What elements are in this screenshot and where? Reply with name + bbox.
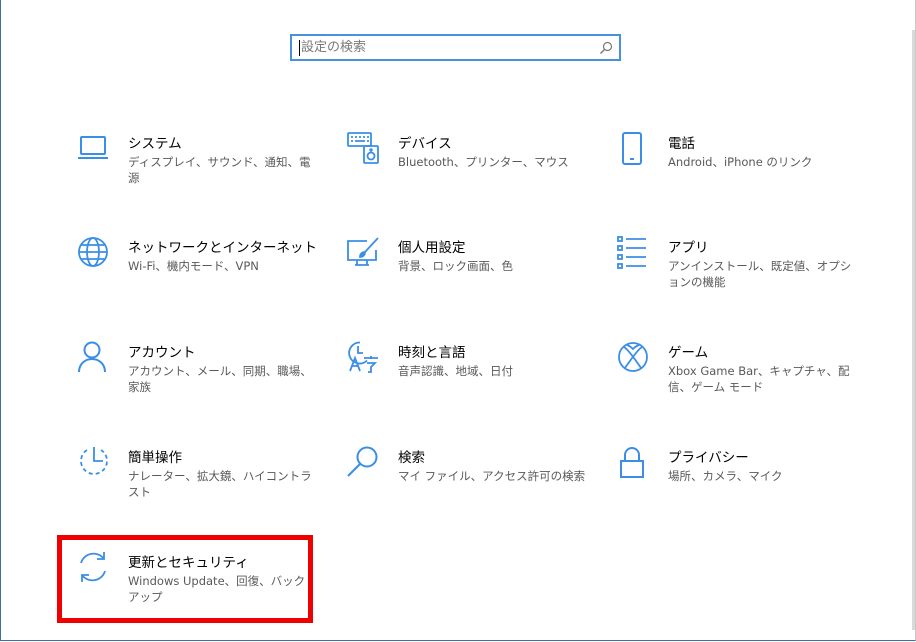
tile-time-language[interactable]: 時刻と言語 音声認識、地域、日付 xyxy=(347,341,587,421)
time-language-icon xyxy=(347,341,381,377)
tile-title: プライバシー xyxy=(668,450,749,466)
tile-description: Wi-Fi、機内モード、VPN xyxy=(128,259,259,273)
tile-apps[interactable]: アプリ アンインストール、既定値、オプションの機能 xyxy=(617,236,857,316)
tile-title: アカウント xyxy=(128,345,196,361)
text-caret xyxy=(299,40,300,56)
tile-description: ディスプレイ、サウンド、通知、電源 xyxy=(128,155,311,185)
tile-title: 簡単操作 xyxy=(128,450,182,466)
paint-monitor-icon xyxy=(347,236,381,272)
tile-title: デバイス xyxy=(398,136,452,152)
person-icon xyxy=(77,341,111,377)
tile-title: 個人用設定 xyxy=(398,240,466,256)
tile-devices[interactable]: デバイス Bluetooth、プリンター、マウス xyxy=(347,132,587,212)
tile-description: アカウント、メール、同期、職場、家族 xyxy=(128,364,312,394)
xbox-icon xyxy=(617,341,651,377)
tile-description: Bluetooth、プリンター、マウス xyxy=(398,155,569,169)
magnifier-icon xyxy=(347,446,381,482)
tile-title: アプリ xyxy=(668,240,709,256)
tile-description: Android、iPhone のリンク xyxy=(668,155,813,169)
tile-description: 背景、ロック画面、色 xyxy=(398,259,513,273)
app-list-icon xyxy=(617,236,651,272)
tile-description: 場所、カメラ、マイク xyxy=(668,469,783,483)
lock-icon xyxy=(617,446,651,482)
tile-system[interactable]: システム ディスプレイ、サウンド、通知、電源 xyxy=(77,132,317,212)
tile-description: マイ ファイル、アクセス許可の検索 xyxy=(398,469,586,483)
tile-search[interactable]: 検索 マイ ファイル、アクセス許可の検索 xyxy=(347,446,587,526)
tile-title: 検索 xyxy=(398,450,425,466)
search-input[interactable] xyxy=(301,38,591,57)
keyboard-speaker-icon xyxy=(347,132,381,168)
highlight-box xyxy=(57,535,313,623)
search-icon[interactable] xyxy=(599,41,613,55)
tile-personalization[interactable]: 個人用設定 背景、ロック画面、色 xyxy=(347,236,587,316)
tile-title: 電話 xyxy=(668,136,695,152)
tile-description: Xbox Game Bar、キャプチャ、配信、ゲーム モード xyxy=(668,364,850,394)
tile-network[interactable]: ネットワークとインターネット Wi-Fi、機内モード、VPN xyxy=(77,236,317,316)
tile-description: ナレーター、拡大鏡、ハイコントラスト xyxy=(128,469,312,499)
tile-title: ゲーム xyxy=(668,345,709,361)
tile-privacy[interactable]: プライバシー 場所、カメラ、マイク xyxy=(617,446,857,526)
tile-title: 時刻と言語 xyxy=(398,345,466,361)
tile-title: システム xyxy=(128,136,182,152)
ease-of-access-icon xyxy=(77,446,111,482)
tile-phone[interactable]: 電話 Android、iPhone のリンク xyxy=(617,132,857,212)
tile-accounts[interactable]: アカウント アカウント、メール、同期、職場、家族 xyxy=(77,341,317,421)
scrollbar-track[interactable] xyxy=(912,30,915,630)
globe-icon xyxy=(77,236,111,272)
phone-icon xyxy=(617,132,651,168)
tile-title: ネットワークとインターネット xyxy=(128,240,317,256)
tile-gaming[interactable]: ゲーム Xbox Game Bar、キャプチャ、配信、ゲーム モード xyxy=(617,341,857,421)
tile-description: アンインストール、既定値、オプションの機能 xyxy=(668,259,852,289)
tile-description: 音声認識、地域、日付 xyxy=(398,364,513,378)
tile-ease-of-access[interactable]: 簡単操作 ナレーター、拡大鏡、ハイコントラスト xyxy=(77,446,317,526)
settings-search-box[interactable] xyxy=(290,34,621,61)
laptop-icon xyxy=(77,132,111,168)
